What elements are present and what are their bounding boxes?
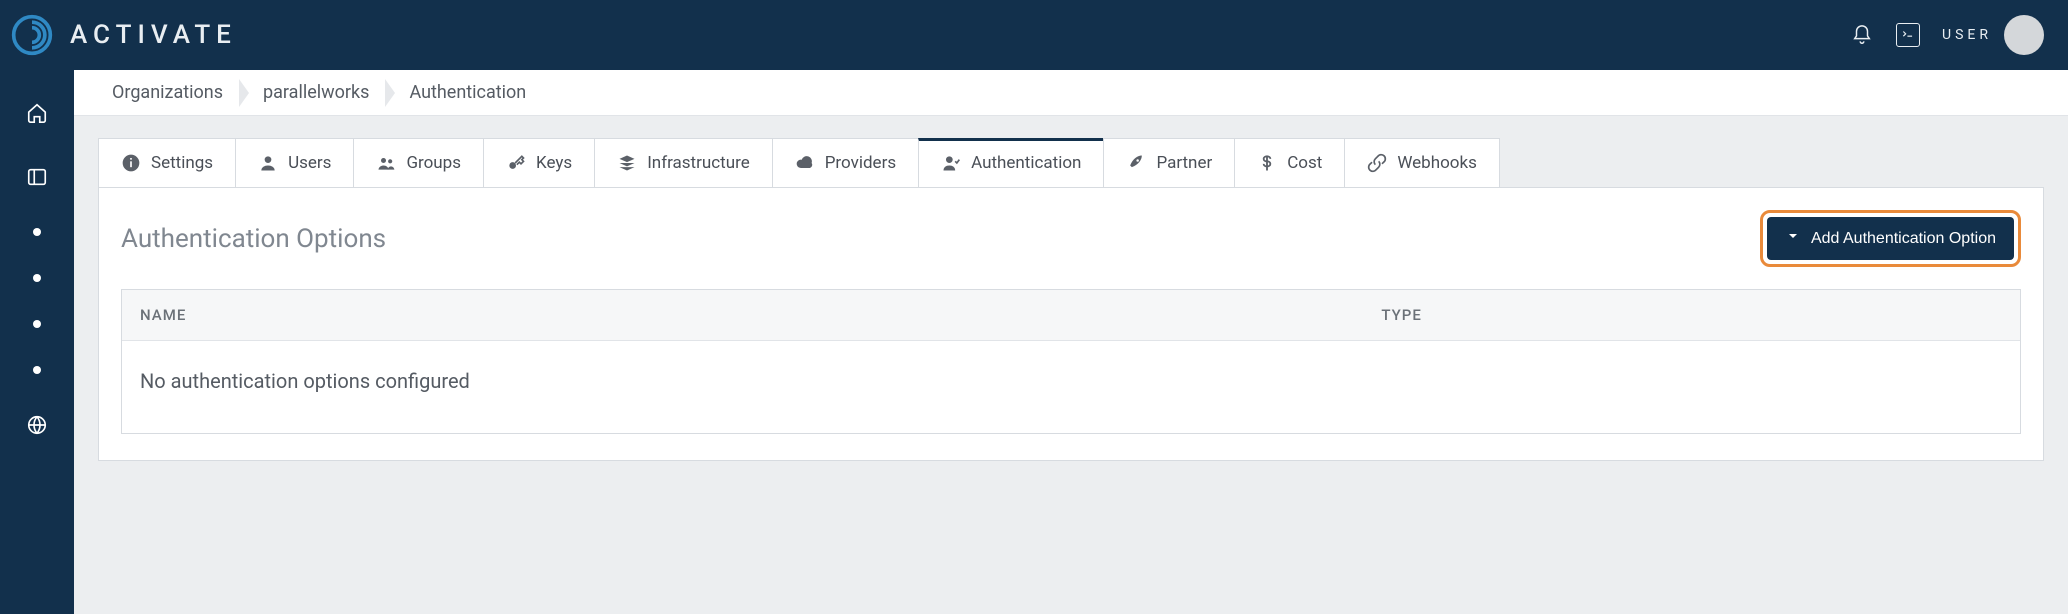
auth-options-table: NAME TYPE No authentication options conf… bbox=[121, 289, 2021, 434]
rail-dot-3[interactable] bbox=[33, 320, 41, 328]
side-rail bbox=[0, 70, 74, 614]
tab-partner[interactable]: Partner bbox=[1103, 138, 1235, 187]
table-empty-message: No authentication options configured bbox=[122, 341, 2020, 433]
tab-label: Authentication bbox=[971, 153, 1081, 173]
tab-label: Cost bbox=[1287, 153, 1322, 173]
tab-label: Groups bbox=[406, 153, 461, 173]
info-icon bbox=[121, 153, 141, 173]
top-bar-right: USER bbox=[1850, 15, 2044, 55]
panel-authentication: Authentication Options Add Authenticatio… bbox=[98, 187, 2044, 461]
tab-label: Infrastructure bbox=[647, 153, 750, 173]
column-name: NAME bbox=[140, 306, 1381, 324]
tab-groups[interactable]: Groups bbox=[353, 138, 484, 187]
dollar-icon bbox=[1257, 153, 1277, 173]
tab-label: Webhooks bbox=[1397, 153, 1477, 173]
button-label: Add Authentication Option bbox=[1811, 230, 1996, 248]
rail-dot-2[interactable] bbox=[33, 274, 41, 282]
content-area: Organizations parallelworks Authenticati… bbox=[74, 70, 2068, 614]
breadcrumb-item-organizations[interactable]: Organizations bbox=[98, 70, 249, 115]
avatar-icon bbox=[2004, 15, 2044, 55]
breadcrumb-label: parallelworks bbox=[263, 82, 369, 103]
rail-dot-4[interactable] bbox=[33, 366, 41, 374]
group-icon bbox=[376, 153, 396, 173]
brand-block: ACTIVATE bbox=[8, 11, 237, 59]
chevron-down-icon bbox=[1785, 228, 1801, 249]
tab-keys[interactable]: Keys bbox=[483, 138, 595, 187]
breadcrumb-label: Organizations bbox=[112, 82, 223, 103]
highlight-ring: Add Authentication Option bbox=[1760, 210, 2021, 267]
brand-name: ACTIVATE bbox=[70, 20, 237, 50]
add-authentication-option-button[interactable]: Add Authentication Option bbox=[1767, 217, 2014, 260]
panel-title: Authentication Options bbox=[121, 224, 386, 254]
tab-authentication[interactable]: Authentication bbox=[918, 138, 1104, 187]
tab-label: Users bbox=[288, 153, 331, 173]
column-type: TYPE bbox=[1381, 306, 2002, 324]
stack-icon bbox=[617, 153, 637, 173]
panel-icon[interactable] bbox=[24, 164, 50, 190]
rocket-icon bbox=[1126, 153, 1146, 173]
breadcrumb-item-parallelworks[interactable]: parallelworks bbox=[249, 70, 395, 115]
tab-label: Keys bbox=[536, 153, 572, 173]
table-header: NAME TYPE bbox=[122, 290, 2020, 341]
terminal-icon[interactable] bbox=[1896, 23, 1920, 47]
auth-icon bbox=[941, 153, 961, 173]
tab-label: Partner bbox=[1156, 153, 1212, 173]
brand-logo-icon bbox=[8, 11, 56, 59]
tab-cost[interactable]: Cost bbox=[1234, 138, 1345, 187]
tab-providers[interactable]: Providers bbox=[772, 138, 919, 187]
top-bar: ACTIVATE USER bbox=[0, 0, 2068, 70]
tab-infrastructure[interactable]: Infrastructure bbox=[594, 138, 773, 187]
key-icon bbox=[506, 153, 526, 173]
cloud-icon bbox=[795, 153, 815, 173]
tab-label: Providers bbox=[825, 153, 896, 173]
bell-icon[interactable] bbox=[1850, 23, 1874, 47]
user-icon bbox=[258, 153, 278, 173]
breadcrumb-item-authentication[interactable]: Authentication bbox=[395, 70, 552, 115]
tab-users[interactable]: Users bbox=[235, 138, 354, 187]
user-label: USER bbox=[1942, 27, 1992, 43]
link-icon bbox=[1367, 153, 1387, 173]
rail-dot-1[interactable] bbox=[33, 228, 41, 236]
globe-icon[interactable] bbox=[24, 412, 50, 438]
user-menu[interactable]: USER bbox=[1942, 15, 2044, 55]
home-icon[interactable] bbox=[24, 100, 50, 126]
breadcrumb: Organizations parallelworks Authenticati… bbox=[74, 70, 2068, 116]
tab-settings[interactable]: Settings bbox=[98, 138, 236, 187]
breadcrumb-label: Authentication bbox=[409, 82, 526, 103]
tabs-row: Settings Users Groups Keys Infrastructur… bbox=[98, 138, 2044, 187]
tab-webhooks[interactable]: Webhooks bbox=[1344, 138, 1500, 187]
tab-label: Settings bbox=[151, 153, 213, 173]
